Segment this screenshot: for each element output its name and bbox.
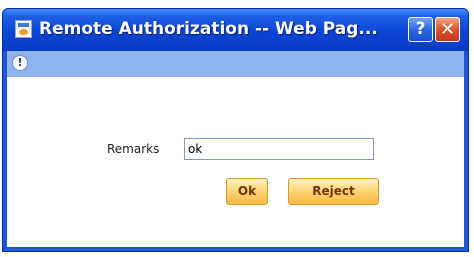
- info-bar: !: [7, 51, 464, 77]
- help-icon: ?: [415, 19, 426, 39]
- info-icon: !: [12, 55, 28, 71]
- webpage-dialog-icon: [15, 20, 32, 38]
- window-title: Remote Authorization -- Web Pag...: [39, 19, 378, 39]
- reject-button[interactable]: Reject: [288, 178, 379, 205]
- ok-button[interactable]: Ok: [226, 178, 268, 205]
- dialog-content: Remarks Ok Reject: [7, 77, 464, 247]
- close-button[interactable]: ✕: [435, 17, 460, 42]
- remarks-input[interactable]: [184, 138, 374, 160]
- dialog-window: Remote Authorization -- Web Pag... ? ✕ !…: [2, 8, 469, 252]
- close-icon: ✕: [439, 19, 456, 40]
- help-button[interactable]: ?: [408, 17, 433, 42]
- title-bar[interactable]: Remote Authorization -- Web Pag... ? ✕: [3, 9, 468, 51]
- page: Remote Authorization -- Web Pag... ? ✕ !…: [0, 0, 474, 257]
- remarks-label: Remarks: [107, 142, 160, 156]
